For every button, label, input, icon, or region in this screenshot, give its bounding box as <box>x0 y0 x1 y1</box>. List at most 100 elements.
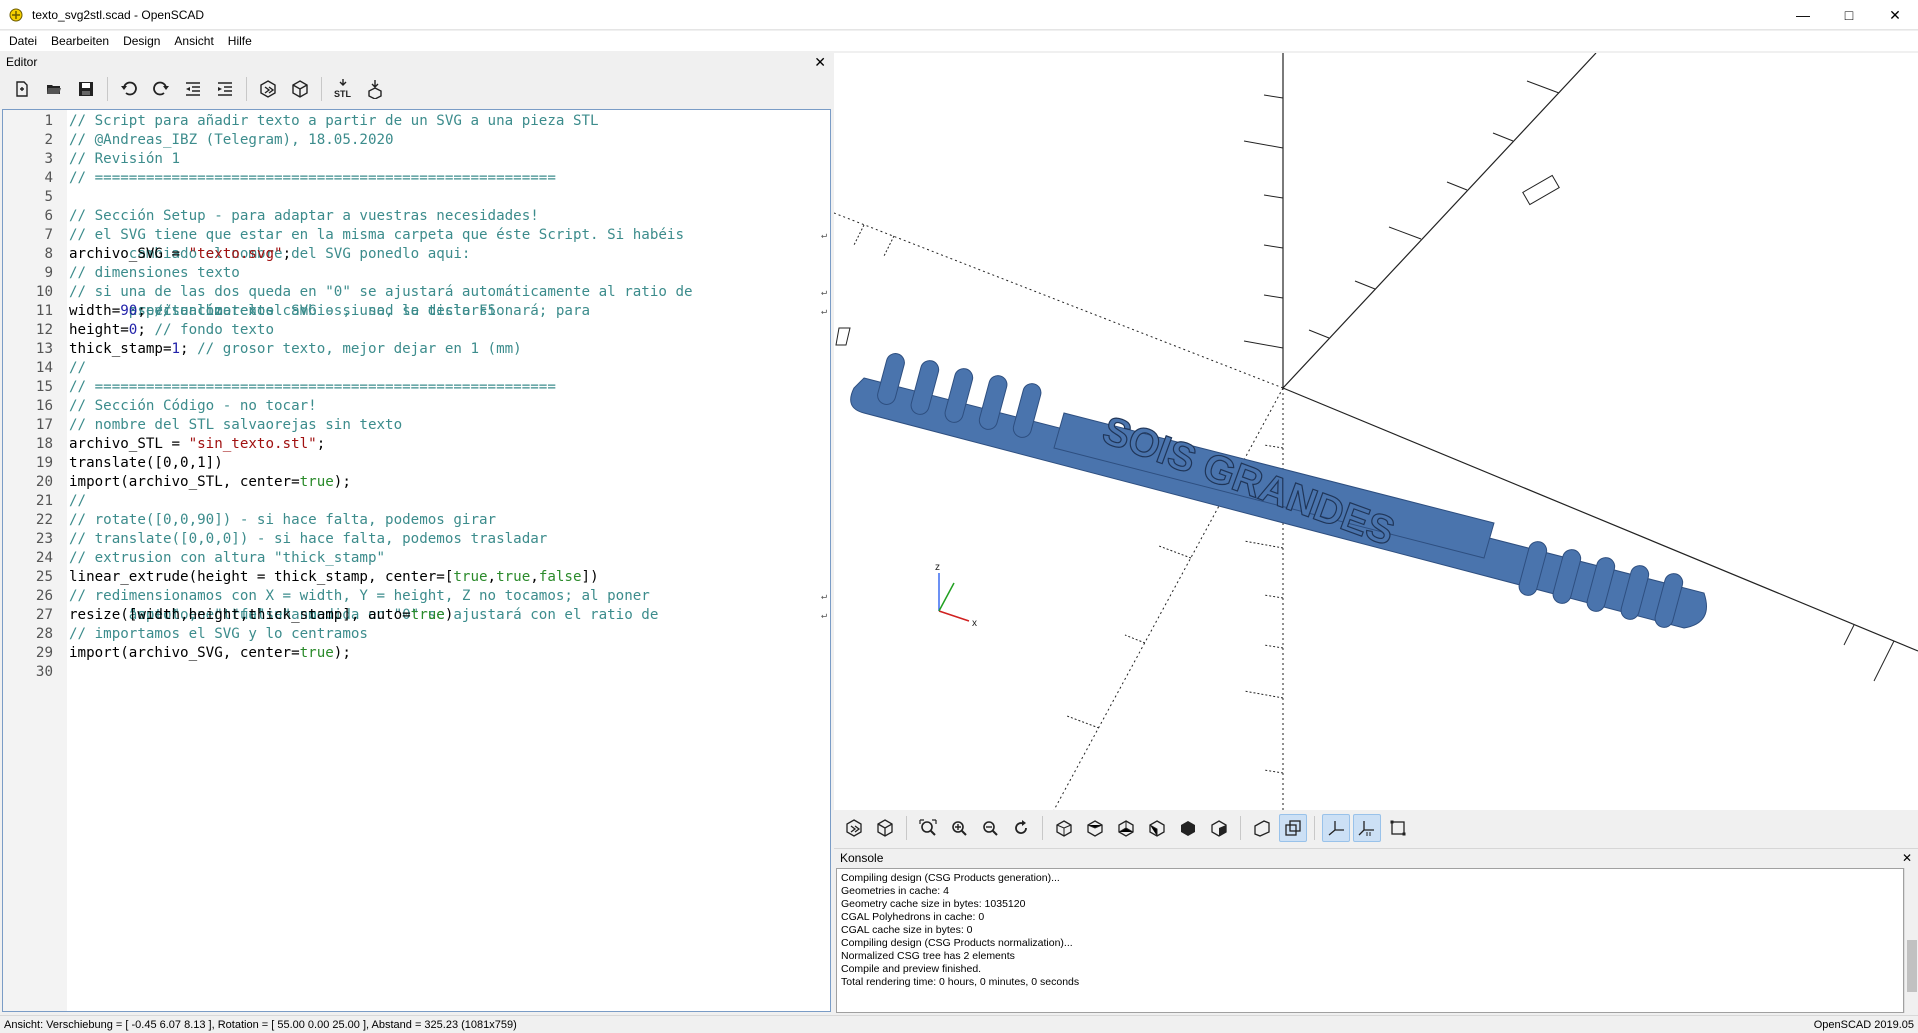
code-line[interactable]: 26 // redimensionamos con X = width, Y = … <box>3 587 830 606</box>
send-to-print-icon[interactable] <box>361 75 389 103</box>
code-line[interactable]: 16 // Sección Código - no tocar! <box>3 397 830 416</box>
view-bottom-icon[interactable] <box>1112 814 1140 842</box>
view-left-icon[interactable] <box>1143 814 1171 842</box>
reset-view-icon[interactable] <box>1007 814 1035 842</box>
line-number: 30 <box>35 664 53 680</box>
code-text: // Sección Código - no tocar! <box>69 397 317 416</box>
code-line[interactable]: 17 // nombre del STL salvaorejas sin text… <box>3 416 830 435</box>
indent-icon[interactable] <box>211 75 239 103</box>
view-front-icon[interactable] <box>1174 814 1202 842</box>
code-editor[interactable]: 1 // Script para añadir texto a partir de… <box>2 109 831 1012</box>
code-token: ]) <box>581 569 599 585</box>
code-text: // extrusion con altura "thick_stamp" <box>69 549 385 568</box>
minimize-button[interactable]: — <box>1780 0 1826 30</box>
code-line[interactable]: 25 linear_extrude(height = thick_stamp, c… <box>3 568 830 587</box>
code-line[interactable]: 29 import(archivo_SVG, center=true); <box>3 644 830 663</box>
console-output[interactable]: Compiling design (CSG Products generatio… <box>836 868 1904 1013</box>
code-line[interactable]: 7 // el SVG tiene que estar en la misma c… <box>3 226 830 245</box>
open-file-icon[interactable] <box>40 75 68 103</box>
code-line[interactable]: 10 // si una de las dos queda en "0" se a… <box>3 283 830 302</box>
line-number: 28 <box>35 626 53 642</box>
view-status: Ansicht: Verschiebung = [ -0.45 6.07 8.1… <box>4 1018 517 1031</box>
zoom-in-icon[interactable] <box>945 814 973 842</box>
code-token: ) <box>444 607 454 623</box>
code-line[interactable]: 11 width=90; // ancho texto <box>3 302 830 321</box>
3d-viewport[interactable]: SOIS GRANDES z x <box>834 53 1918 810</box>
code-line[interactable]: 18 archivo_STL = "sin_texto.stl"; <box>3 435 830 454</box>
code-line[interactable]: 1 // Script para añadir texto a partir de… <box>3 112 830 131</box>
menu-hilfe[interactable]: Hilfe <box>221 31 259 51</box>
code-line[interactable]: 28 // importamos el SVG y lo centramos <box>3 625 830 644</box>
code-line[interactable]: 30 <box>3 663 830 682</box>
line-number: 3 <box>44 151 53 167</box>
line-number: 22 <box>35 512 53 528</box>
zoom-out-icon[interactable] <box>976 814 1004 842</box>
console-scroll-thumb[interactable] <box>1907 940 1917 992</box>
code-text: // Script para añadir texto a partir de … <box>69 112 599 131</box>
code-line[interactable]: 5 <box>3 188 830 207</box>
view-back-icon[interactable] <box>1205 814 1233 842</box>
show-scale-markers-icon[interactable] <box>1353 814 1381 842</box>
maximize-button[interactable]: □ <box>1826 0 1872 30</box>
console-header: Konsole ✕ <box>834 848 1918 866</box>
code-line[interactable]: 9 // dimensiones texto <box>3 264 830 283</box>
code-line[interactable]: 8 archivo_SVG = "texto.svg"; <box>3 245 830 264</box>
code-line[interactable]: 23 // translate([0,0,0]) - si hace falta,… <box>3 530 830 549</box>
unindent-icon[interactable] <box>179 75 207 103</box>
undo-icon[interactable] <box>115 75 143 103</box>
perspective-icon[interactable] <box>1248 814 1276 842</box>
close-window-button[interactable]: ✕ <box>1872 0 1918 30</box>
show-axes-icon[interactable] <box>1322 814 1350 842</box>
code-token: 1 <box>171 341 181 357</box>
editor-close-button[interactable]: ✕ <box>814 55 826 69</box>
code-line[interactable]: 21 // <box>3 492 830 511</box>
code-line[interactable]: 15 // ===================================… <box>3 378 830 397</box>
line-number: 5 <box>44 189 53 205</box>
stl-label: STL <box>334 89 352 99</box>
code-line[interactable]: 13 thick_stamp=1; // grosor texto, mejor … <box>3 340 830 359</box>
3d-scene: SOIS GRANDES z x <box>834 53 1918 810</box>
view-all-icon[interactable] <box>914 814 942 842</box>
render-icon[interactable] <box>871 814 899 842</box>
code-token: import(archivo_STL, center= <box>69 474 300 490</box>
code-line[interactable]: 6 // Sección Setup - para adaptar a vuest… <box>3 207 830 226</box>
code-token: archivo_STL = <box>69 436 189 452</box>
new-file-icon[interactable] <box>8 75 36 103</box>
code-text: import(archivo_STL, center=true); <box>69 473 351 492</box>
code-line[interactable]: 22 // rotate([0,0,90]) - si hace falta, p… <box>3 511 830 530</box>
preview-icon[interactable] <box>254 75 282 103</box>
export-stl-icon[interactable]: STL <box>329 75 357 103</box>
code-token: ); <box>333 474 351 490</box>
menu-datei[interactable]: Datei <box>2 31 44 51</box>
line-number: 26 <box>35 588 53 604</box>
show-edges-icon[interactable] <box>1384 814 1412 842</box>
code-text: // importamos el SVG y lo centramos <box>69 625 368 644</box>
preview-icon[interactable] <box>840 814 868 842</box>
z-scale-ticks <box>1243 94 1284 774</box>
console-close-button[interactable]: ✕ <box>1902 851 1912 865</box>
console-scrollbar[interactable] <box>1904 868 1918 1013</box>
code-line[interactable]: 19 translate([0,0,1]) <box>3 454 830 473</box>
code-line[interactable]: 2 // @Andreas_IBZ (Telegram), 18.05.2020 <box>3 131 830 150</box>
menu-ansicht[interactable]: Ansicht <box>167 31 220 51</box>
orthogonal-icon[interactable] <box>1279 814 1307 842</box>
code-line[interactable]: 27 resize([width,height,thick_stamp], aut… <box>3 606 830 625</box>
code-token: true <box>453 569 488 585</box>
line-number: 11 <box>35 303 53 319</box>
view-right-icon[interactable] <box>1050 814 1078 842</box>
code-line[interactable]: 12 height=0; // fondo texto <box>3 321 830 340</box>
code-line[interactable]: 14 // <box>3 359 830 378</box>
redo-icon[interactable] <box>147 75 175 103</box>
code-line[interactable]: 3 // Revisión 1 <box>3 150 830 169</box>
code-token: // el SVG tiene que estar en la misma ca… <box>69 227 684 243</box>
menu-bearbeiten[interactable]: Bearbeiten <box>44 31 116 51</box>
menu-design[interactable]: Design <box>116 31 167 51</box>
code-line[interactable]: 20 import(archivo_STL, center=true); <box>3 473 830 492</box>
code-line[interactable]: 24 // extrusion con altura "thick_stamp" <box>3 549 830 568</box>
render-icon[interactable] <box>286 75 314 103</box>
line-number: 16 <box>35 398 53 414</box>
code-line[interactable]: 4 // ====================================… <box>3 169 830 188</box>
view-top-icon[interactable] <box>1081 814 1109 842</box>
code-token: ; <box>137 303 155 319</box>
save-icon[interactable] <box>72 75 100 103</box>
